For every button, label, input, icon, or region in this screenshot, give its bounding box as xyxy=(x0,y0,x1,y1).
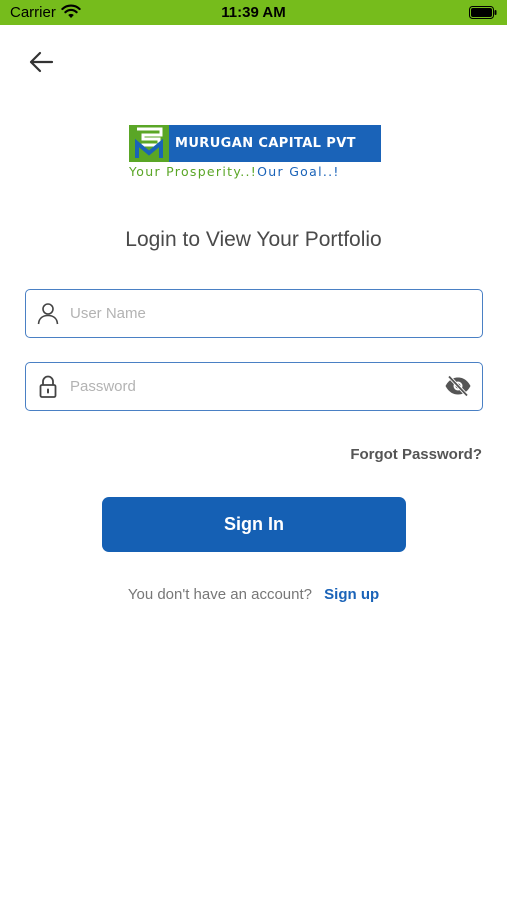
eye-slash-icon[interactable] xyxy=(444,374,472,398)
back-button[interactable] xyxy=(24,47,58,77)
sign-up-link[interactable]: Sign up xyxy=(324,586,379,603)
password-input[interactable] xyxy=(70,363,430,409)
logo-company-name: MURUGAN CAPITAL PVT LTD xyxy=(175,136,356,188)
tagline-part-2: Our Goal..! xyxy=(257,164,340,179)
user-icon xyxy=(36,301,60,325)
logo-tagline: Your Prosperity..!Our Goal..! xyxy=(129,164,381,182)
password-field[interactable] xyxy=(25,362,483,411)
sign-in-button[interactable]: Sign In xyxy=(102,497,406,552)
status-time: 11:39 AM xyxy=(221,4,286,21)
tagline-part-1: Your Prosperity..! xyxy=(129,164,258,179)
battery-icon xyxy=(469,6,497,19)
signup-prompt: You don't have an account? xyxy=(127,586,312,603)
company-logo: MURUGAN CAPITAL PVT LTD Your Prosperity.… xyxy=(129,125,381,188)
username-input[interactable] xyxy=(70,290,430,336)
page-title: Login to View Your Portfolio xyxy=(125,228,382,251)
username-field[interactable] xyxy=(25,289,483,338)
status-bar: Carrier 11:39 AM xyxy=(0,0,507,25)
lock-icon xyxy=(36,374,60,398)
signup-row: You don't have an account? Sign up xyxy=(0,586,507,603)
logo-mark xyxy=(129,125,169,162)
arrow-left-icon xyxy=(24,51,58,81)
forgot-password-link[interactable]: Forgot Password? xyxy=(350,446,482,463)
